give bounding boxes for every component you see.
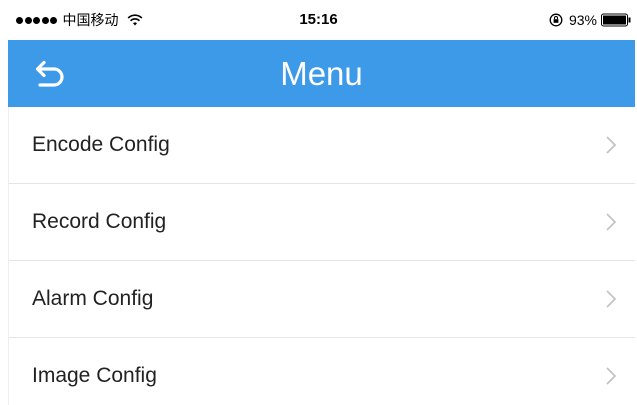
menu-item-record-config[interactable]: Record Config — [8, 184, 635, 261]
chevron-right-icon — [606, 367, 617, 385]
battery-icon — [601, 13, 631, 27]
chevron-right-icon — [606, 213, 617, 231]
status-bar: 中国移动 15:16 93% — [0, 0, 637, 40]
menu-item-encode-config[interactable]: Encode Config — [8, 107, 635, 184]
chevron-right-icon — [606, 136, 617, 154]
menu-item-label: Image Config — [32, 364, 157, 387]
chevron-right-icon — [606, 290, 617, 308]
battery-percent: 93% — [568, 12, 597, 28]
menu-item-label: Encode Config — [32, 133, 170, 156]
back-arrow-icon — [35, 60, 64, 87]
page-title: Menu — [280, 55, 363, 92]
nav-bar: Menu — [8, 40, 635, 107]
screen: 中国移动 15:16 93% Menu Encode Config Record… — [0, 0, 637, 405]
menu-item-image-config[interactable]: Image Config — [8, 338, 635, 405]
status-right: 93% — [549, 11, 631, 29]
list-edge-divider — [8, 107, 9, 405]
status-time: 15:16 — [299, 11, 338, 28]
menu-item-label: Record Config — [32, 210, 167, 233]
menu-item-alarm-config[interactable]: Alarm Config — [8, 261, 635, 338]
menu-item-label: Alarm Config — [32, 287, 154, 310]
orientation-lock-icon — [549, 13, 563, 27]
back-button[interactable] — [30, 58, 70, 90]
menu-list: Encode Config Record Config Alarm Config… — [8, 107, 635, 405]
